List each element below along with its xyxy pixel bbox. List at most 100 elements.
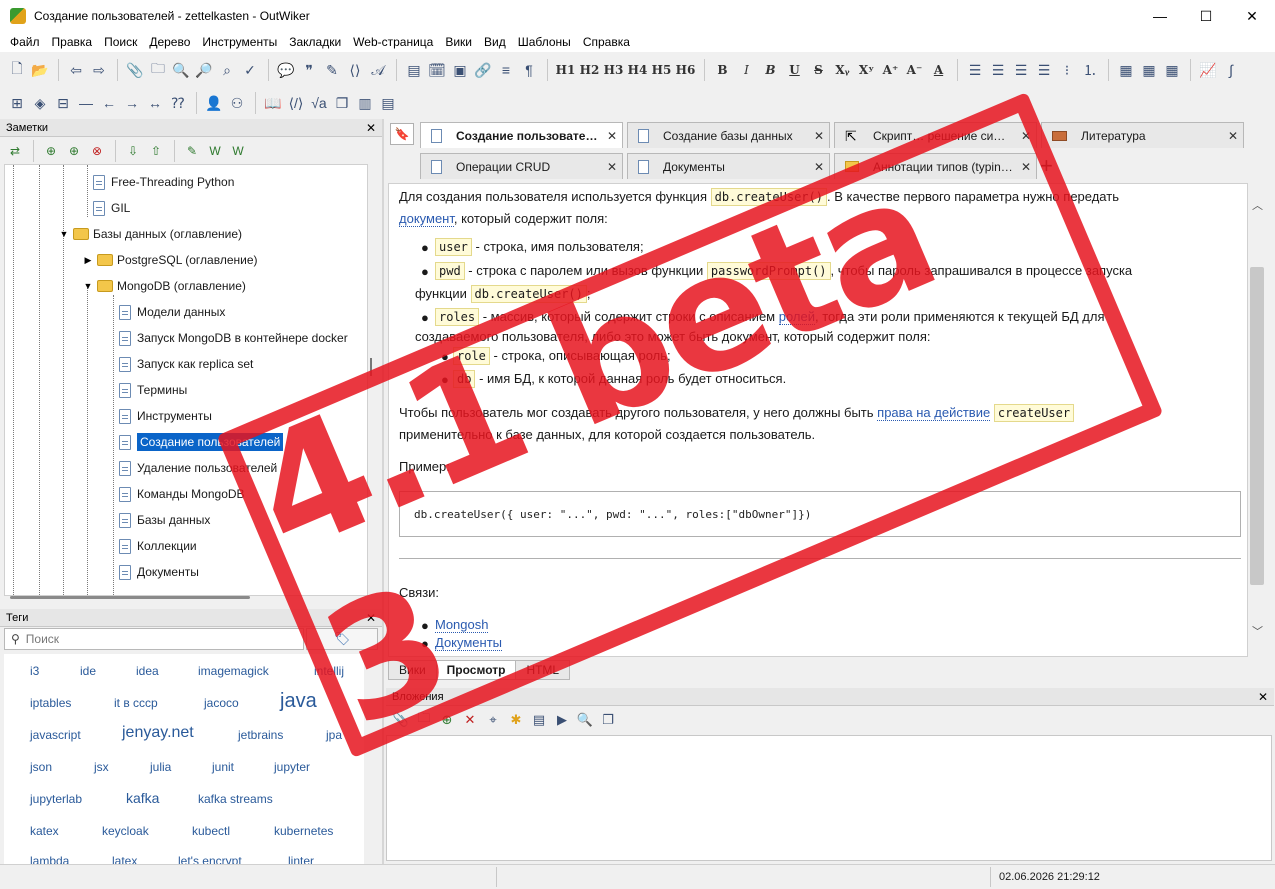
menu-bookmarks[interactable]: Закладки	[283, 35, 347, 49]
move-down-icon[interactable]: ⇩	[122, 140, 144, 162]
tag-link[interactable]: junit	[212, 760, 234, 774]
tag-link[interactable]: imagemagick	[198, 664, 269, 678]
tab-preview-mode[interactable]: Просмотр	[435, 660, 517, 680]
tree-item[interactable]: GIL	[91, 198, 130, 218]
numbered-list-icon[interactable]: ⒈	[1079, 59, 1101, 81]
menu-templates[interactable]: Шаблоны	[512, 35, 577, 49]
close-button[interactable]: ✕	[1229, 0, 1275, 32]
permissions-link[interactable]: права на действие	[877, 405, 991, 421]
insert-link-icon[interactable]: ⌖	[482, 709, 504, 731]
attach-folder-icon[interactable]: 🗀	[147, 59, 169, 81]
minimize-button[interactable]: —	[1137, 0, 1183, 32]
content-scroll-thumb[interactable]	[1250, 267, 1264, 585]
tree-item[interactable]: ▶ PostgreSQL (оглавление)	[83, 250, 258, 270]
font-increase-button[interactable]: A⁺	[879, 59, 902, 81]
menu-file[interactable]: Файл	[4, 35, 46, 49]
wiki-page-icon[interactable]: W	[204, 140, 226, 162]
tag-link[interactable]: kubernetes	[274, 824, 333, 838]
tab-create-users[interactable]: Создание пользовате… ✕	[420, 122, 623, 148]
tag-link[interactable]: jenyay.net	[122, 724, 194, 742]
tag-search-input[interactable]: ⚲ Поиск	[4, 628, 304, 650]
tab-type-annotations[interactable]: Аннотации типов (typin… ✕	[834, 153, 1037, 179]
line-icon[interactable]: —	[75, 92, 97, 114]
heading4-button[interactable]: H4	[626, 59, 649, 81]
back-icon[interactable]: ⇦	[65, 59, 87, 81]
table-icon[interactable]: ▤	[403, 59, 425, 81]
tab-script[interactable]: ⇱ Скрипт… решение си… ✕	[834, 122, 1037, 148]
search-replace-icon[interactable]: 🔎	[193, 59, 215, 81]
menu-edit[interactable]: Правка	[46, 35, 99, 49]
tag-link[interactable]: let's encrypt	[178, 854, 242, 864]
tree-item-selected[interactable]: Создание пользователей	[117, 432, 284, 452]
mark-icon[interactable]: ✎	[321, 59, 343, 81]
underline-button[interactable]: U	[783, 59, 806, 81]
menu-search[interactable]: Поиск	[98, 35, 143, 49]
tag-link[interactable]: jacoco	[204, 696, 239, 710]
font-color-button[interactable]: A	[927, 59, 950, 81]
menu-help[interactable]: Справка	[577, 35, 636, 49]
collapse-all-icon[interactable]: ⇄	[4, 140, 26, 162]
panel-splitter[interactable]	[382, 119, 384, 864]
arrow-left-icon[interactable]: ←	[98, 92, 120, 114]
edit-page-icon[interactable]: ✎	[181, 140, 203, 162]
tree-item[interactable]: Удаление пользователей	[117, 458, 277, 478]
add-tab-icon[interactable]: +	[1040, 153, 1053, 179]
menu-tree[interactable]: Дерево	[143, 35, 196, 49]
page-content[interactable]: Для создания пользователя используется ф…	[388, 183, 1248, 657]
tag-link[interactable]: jpa	[326, 728, 342, 742]
tag-link[interactable]: kafka	[126, 790, 159, 806]
attachments-list[interactable]	[386, 735, 1272, 861]
node-icon[interactable]: ◈	[29, 92, 51, 114]
spellcheck-icon[interactable]: ✓	[239, 59, 261, 81]
book-icon[interactable]: 📖	[262, 92, 284, 114]
arrow-right-icon[interactable]: →	[121, 92, 143, 114]
align-left-icon[interactable]: ☰	[964, 59, 986, 81]
tree-item[interactable]: Запуск как replica set	[117, 354, 253, 374]
tag-link[interactable]: i3	[30, 664, 39, 678]
strike-button[interactable]: S	[807, 59, 830, 81]
tab-literature[interactable]: Литература ✕	[1041, 122, 1244, 148]
tree-item[interactable]: ▼ MongoDB (оглавление)	[83, 276, 246, 296]
documents-link[interactable]: Документы	[435, 635, 503, 651]
wiki-child-icon[interactable]: W	[227, 140, 249, 162]
tag-link[interactable]: linter	[288, 854, 314, 864]
heading5-button[interactable]: H5	[650, 59, 673, 81]
align-justify-icon[interactable]: ☰	[1033, 59, 1055, 81]
tag-link[interactable]: ide	[80, 664, 96, 678]
paste-attachment-icon[interactable]: ▤	[528, 709, 550, 731]
tag-link[interactable]: jupyterlab	[30, 792, 82, 806]
table-cell-icon[interactable]: ▦	[1161, 59, 1183, 81]
tag-link[interactable]: latex	[112, 854, 137, 864]
help-diagram-icon[interactable]: ⁇	[167, 92, 189, 114]
user-icon[interactable]: 👤	[203, 92, 225, 114]
tab-crud[interactable]: Операции CRUD ✕	[420, 153, 623, 179]
comment-icon[interactable]: 💬	[275, 59, 297, 81]
tab-close-icon[interactable]: ✕	[1223, 129, 1243, 143]
mongosh-link[interactable]: Mongosh	[435, 617, 489, 633]
menu-wiki[interactable]: Вики	[439, 35, 478, 49]
tag-link[interactable]: iptables	[30, 696, 71, 710]
heading1-button[interactable]: H1	[554, 59, 577, 81]
bold-button[interactable]: B	[711, 59, 734, 81]
quote-icon[interactable]: ❞	[298, 59, 320, 81]
export-icon[interactable]: ▤	[377, 92, 399, 114]
tree-scrollbar[interactable]	[368, 164, 376, 596]
bold-italic-button[interactable]: B	[759, 59, 782, 81]
tab-close-icon[interactable]: ✕	[1016, 160, 1036, 174]
tag-link[interactable]: it в ссср	[114, 696, 158, 710]
tab-close-icon[interactable]: ✕	[1016, 129, 1036, 143]
tag-link[interactable]: julia	[150, 760, 171, 774]
maximize-button[interactable]: ☐	[1183, 0, 1229, 32]
copy-path-icon[interactable]: ❐	[597, 709, 619, 731]
search-next-icon[interactable]: ⌕	[216, 59, 238, 81]
delete-attachment-icon[interactable]: ✕	[459, 709, 481, 731]
users-icon[interactable]: ⚇	[226, 92, 248, 114]
tree-item[interactable]: Модели данных	[117, 302, 225, 322]
roles-link[interactable]: ролей	[778, 309, 815, 325]
font-decrease-button[interactable]: A⁻	[903, 59, 926, 81]
open-folder-icon[interactable]: 🔍	[574, 709, 596, 731]
tag-link[interactable]: kubectl	[192, 824, 230, 838]
scroll-up-icon[interactable]: ︿	[1252, 197, 1263, 213]
link-icon[interactable]: 🔗	[472, 59, 494, 81]
tab-close-icon[interactable]: ✕	[809, 160, 829, 174]
